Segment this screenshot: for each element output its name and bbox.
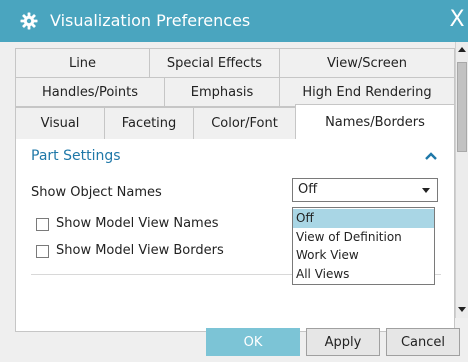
show-model-view-names-checkbox[interactable]	[36, 218, 49, 231]
title-bar: Visualization Preferences X	[0, 0, 468, 42]
tab-visual[interactable]: Visual	[15, 107, 105, 140]
tab-special-effects[interactable]: Special Effects	[149, 48, 280, 78]
gear-icon	[20, 12, 38, 30]
scroll-down-icon[interactable]	[456, 303, 468, 315]
dropdown-option-work-view[interactable]: Work View	[293, 246, 434, 265]
show-object-names-label: Show Object Names	[31, 185, 162, 200]
dropdown-option-off[interactable]: Off	[293, 209, 434, 228]
show-model-view-borders-label[interactable]: Show Model View Borders	[56, 243, 224, 258]
scroll-up-icon[interactable]	[456, 44, 468, 56]
tab-high-end-rendering[interactable]: High End Rendering	[279, 77, 455, 107]
cancel-button[interactable]: Cancel	[386, 328, 460, 356]
window-title: Visualization Preferences	[50, 11, 251, 30]
section-title: Part Settings	[31, 148, 121, 164]
scrollbar-thumb[interactable]	[457, 62, 467, 152]
dropdown-option-all-views[interactable]: All Views	[293, 265, 434, 284]
tab-line[interactable]: Line	[15, 48, 150, 78]
dropdown-list: Off View of Definition Work View All Vie…	[292, 207, 435, 285]
tab-handles-points[interactable]: Handles/Points	[15, 77, 165, 107]
select-value: Off	[298, 182, 318, 197]
ok-button[interactable]: OK	[206, 328, 300, 356]
show-model-view-names-label[interactable]: Show Model View Names	[56, 216, 218, 231]
tab-emphasis[interactable]: Emphasis	[164, 77, 280, 107]
dropdown-arrow-icon	[422, 188, 430, 193]
tab-view-screen[interactable]: View/Screen	[279, 48, 455, 78]
tab-color-font[interactable]: Color/Font	[193, 107, 296, 140]
dropdown-option-view-of-definition[interactable]: View of Definition	[293, 228, 434, 247]
tab-names-borders[interactable]: Names/Borders	[295, 104, 455, 140]
chevron-up-icon[interactable]	[424, 151, 438, 161]
show-object-names-select[interactable]: Off	[292, 178, 438, 202]
tab-faceting[interactable]: Faceting	[104, 107, 194, 140]
close-button[interactable]: X	[447, 8, 467, 32]
apply-button[interactable]: Apply	[306, 328, 380, 356]
show-model-view-borders-checkbox[interactable]	[36, 245, 49, 258]
